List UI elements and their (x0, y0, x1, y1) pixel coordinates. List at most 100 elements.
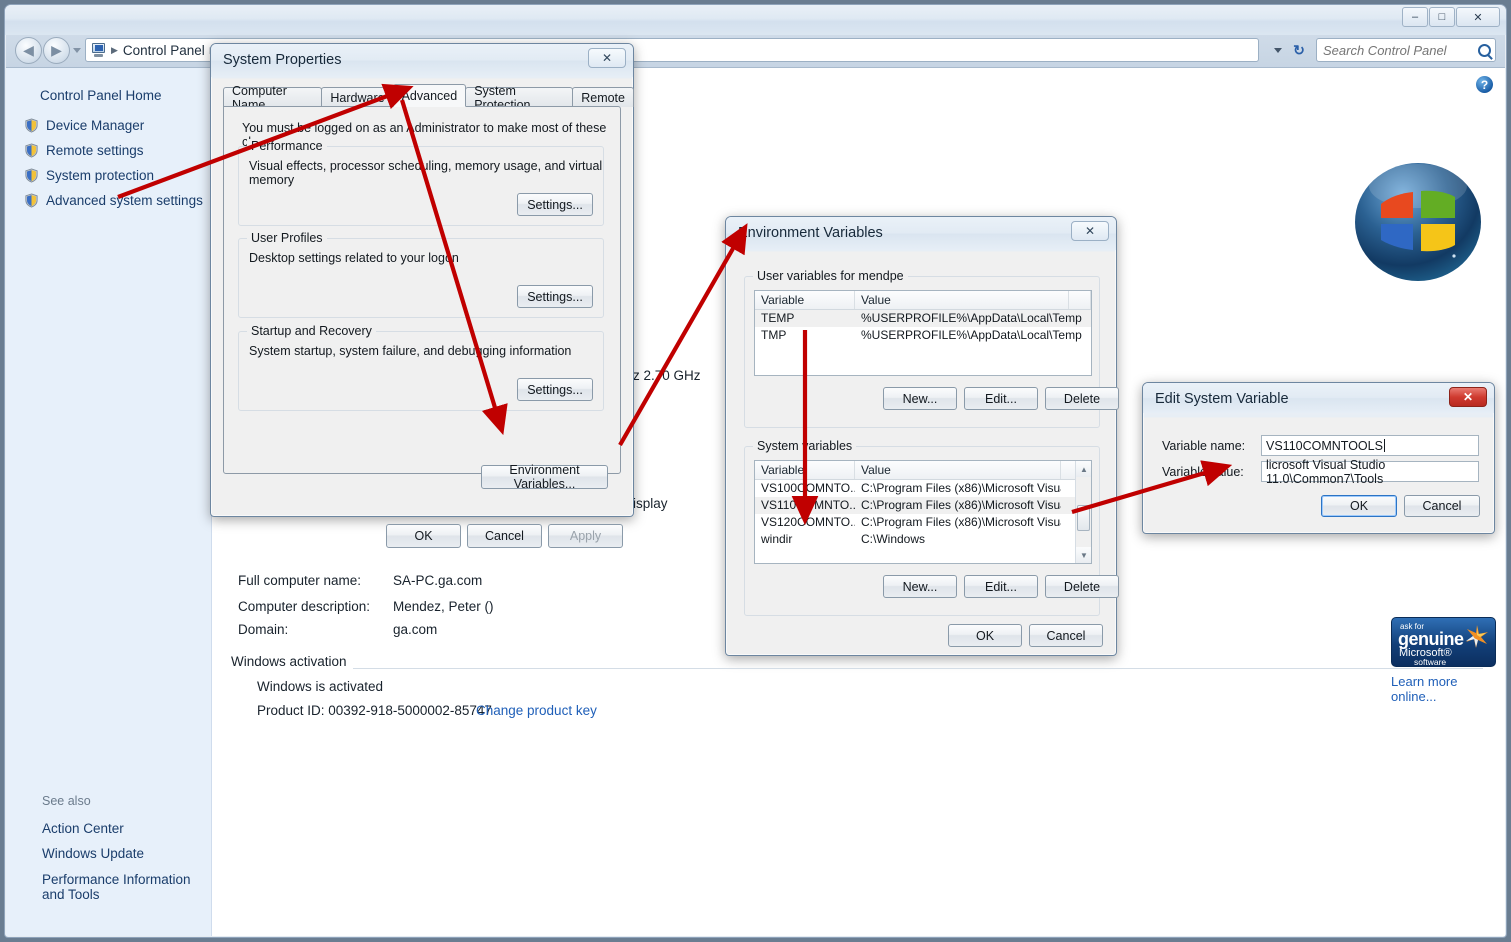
variable-value-text: licrosoft Visual Studio 11.0\Common7\Too… (1266, 457, 1386, 486)
system-variables-delete-button[interactable]: Delete (1045, 575, 1119, 598)
user-variables-col-value[interactable]: Value (855, 291, 1069, 309)
system-variables-scrollbar[interactable]: ▲ ▼ (1075, 461, 1091, 563)
system-variables-list[interactable]: Variable Value VS100COMNTO... C:\Program… (754, 460, 1092, 564)
system-variables-col-value[interactable]: Value (855, 461, 1061, 479)
activation-status-text: Windows is activated (257, 679, 384, 694)
startup-recovery-description: System startup, system failure, and debu… (249, 344, 572, 358)
environment-variables-cancel-button[interactable]: Cancel (1029, 624, 1103, 647)
breadcrumb-separator-0: ▶ (111, 44, 118, 55)
system-variables-legend: System variables (753, 439, 857, 453)
close-button[interactable]: ✕ (1456, 7, 1500, 27)
system-properties-tabstrip: Computer Name Hardware Advanced System P… (223, 84, 634, 112)
user-variables-header: Variable Value (755, 291, 1091, 310)
table-row[interactable]: TMP %USERPROFILE%\AppData\Local\Temp (755, 327, 1091, 344)
table-row[interactable]: TEMP %USERPROFILE%\AppData\Local\Temp (755, 310, 1091, 327)
environment-variables-title-bar: Environment Variables ✕ (726, 217, 1116, 250)
learn-more-online-link[interactable]: Learn more online... (1391, 674, 1506, 704)
windows-activation-section-header: Windows activation (231, 654, 353, 669)
environment-variables-title: Environment Variables (738, 225, 883, 241)
user-var-name: TEMP (761, 311, 795, 325)
system-variables-col-variable[interactable]: Variable (755, 461, 855, 479)
tab-computer-name[interactable]: Computer Name (223, 84, 323, 112)
table-row[interactable]: VS110COMNTO... C:\Program Files (x86)\Mi… (755, 497, 1091, 514)
system-properties-ok-button[interactable]: OK (386, 524, 461, 548)
close-icon[interactable]: ✕ (1449, 387, 1487, 407)
environment-variables-body: User variables for mendpe Variable Value… (726, 250, 1119, 655)
system-var-name: VS110COMNTO... (761, 498, 855, 512)
edit-system-variable-cancel-button[interactable]: Cancel (1404, 495, 1480, 517)
edit-system-variable-ok-button[interactable]: OK (1321, 495, 1397, 517)
table-row[interactable]: VS120COMNTO... C:\Program Files (x86)\Mi… (755, 514, 1091, 531)
computer-icon (90, 43, 106, 57)
user-variables-col-variable[interactable]: Variable (755, 291, 855, 309)
user-variables-new-button[interactable]: New... (883, 387, 957, 410)
user-profiles-description: Desktop settings related to your logon (249, 251, 459, 265)
system-variables-new-button[interactable]: New... (883, 575, 957, 598)
user-profiles-settings-button[interactable]: Settings... (517, 285, 593, 308)
environment-variables-ok-button[interactable]: OK (948, 624, 1022, 647)
sidebar-home-link[interactable]: Control Panel Home (6, 84, 211, 113)
table-row[interactable]: VS100COMNTO... C:\Program Files (x86)\Mi… (755, 480, 1091, 497)
see-also-performance-information[interactable]: Performance Information and Tools (42, 867, 211, 908)
sidebar-item-label: Advanced system settings (46, 193, 203, 208)
edit-system-variable-title: Edit System Variable (1155, 391, 1289, 407)
sidebar-item-device-manager[interactable]: Device Manager (6, 113, 211, 138)
close-icon[interactable]: ✕ (1071, 221, 1109, 241)
forward-button[interactable]: ▶ (43, 37, 70, 64)
shield-icon (24, 193, 39, 208)
full-computer-name-value: SA-PC.ga.com (393, 573, 483, 588)
table-row[interactable]: windir C:\Windows (755, 531, 1091, 548)
back-button[interactable]: ◀ (15, 37, 42, 64)
history-dropdown-icon[interactable] (73, 48, 81, 53)
computer-description-value: Mendez, Peter () (393, 599, 494, 614)
user-profiles-legend: User Profiles (247, 231, 327, 245)
system-var-value: C:\Program Files (x86)\Microsoft Visual … (861, 481, 1061, 495)
variable-name-value: VS110COMNTOOLS (1266, 438, 1383, 453)
search-box[interactable] (1316, 38, 1496, 62)
performance-description: Visual effects, processor scheduling, me… (249, 159, 603, 187)
help-icon[interactable]: ? (1476, 76, 1493, 93)
performance-settings-button[interactable]: Settings... (517, 193, 593, 216)
system-variables-edit-button[interactable]: Edit... (964, 575, 1038, 598)
address-dropdown-icon[interactable] (1274, 48, 1282, 53)
user-var-name: TMP (761, 328, 787, 342)
refresh-icon[interactable]: ↻ (1288, 40, 1310, 60)
minimize-button[interactable]: – (1402, 7, 1428, 27)
pen-and-touch-value-fragment: isplay (633, 496, 668, 511)
sidebar-item-label: Device Manager (46, 118, 145, 133)
breadcrumb-control-panel[interactable]: Control Panel (120, 43, 208, 58)
domain-label: Domain: (238, 622, 289, 637)
variable-value-field[interactable]: licrosoft Visual Studio 11.0\Common7\Too… (1261, 458, 1479, 486)
user-variables-list[interactable]: Variable Value TEMP %USERPROFILE%\AppDat… (754, 290, 1092, 376)
scrollbar-thumb[interactable] (1077, 505, 1090, 531)
tab-remote[interactable]: Remote (572, 87, 634, 107)
see-also-action-center[interactable]: Action Center (42, 816, 211, 842)
tab-system-protection[interactable]: System Protection (465, 84, 574, 112)
user-profiles-group: User Profiles Desktop settings related t… (238, 231, 604, 318)
system-var-value: C:\Windows (861, 532, 926, 546)
see-also-windows-update[interactable]: Windows Update (42, 841, 211, 867)
close-icon[interactable]: ✕ (588, 48, 626, 68)
user-variables-edit-button[interactable]: Edit... (964, 387, 1038, 410)
system-var-value: C:\Program Files (x86)\Microsoft Visual … (861, 515, 1061, 529)
scroll-down-icon[interactable]: ▼ (1076, 547, 1091, 563)
variable-name-field[interactable]: VS110COMNTOOLS (1261, 435, 1479, 456)
scroll-up-icon[interactable]: ▲ (1076, 461, 1091, 477)
sidebar-item-advanced-system-settings[interactable]: Advanced system settings (6, 188, 211, 213)
system-properties-cancel-button[interactable]: Cancel (467, 524, 542, 548)
full-computer-name-label: Full computer name: (238, 573, 362, 588)
tab-advanced[interactable]: Advanced (392, 84, 467, 107)
sidebar-item-system-protection[interactable]: System protection (6, 163, 211, 188)
sidebar: Control Panel Home Device Manager Remote… (6, 68, 212, 936)
sidebar-item-remote-settings[interactable]: Remote settings (6, 138, 211, 163)
environment-variables-button[interactable]: Environment Variables... (481, 463, 608, 491)
search-input[interactable] (1321, 41, 1478, 59)
user-variables-delete-button[interactable]: Delete (1045, 387, 1119, 410)
maximize-button[interactable]: □ (1429, 7, 1455, 27)
see-also-section: See also Action Center Windows Update Pe… (6, 794, 211, 908)
window-controls: – □ ✕ (1402, 7, 1500, 27)
startup-recovery-settings-button[interactable]: Settings... (517, 378, 593, 401)
tab-hardware[interactable]: Hardware (321, 87, 394, 107)
system-properties-apply-button: Apply (548, 524, 623, 548)
change-product-key-link[interactable]: Change product key (476, 703, 597, 718)
